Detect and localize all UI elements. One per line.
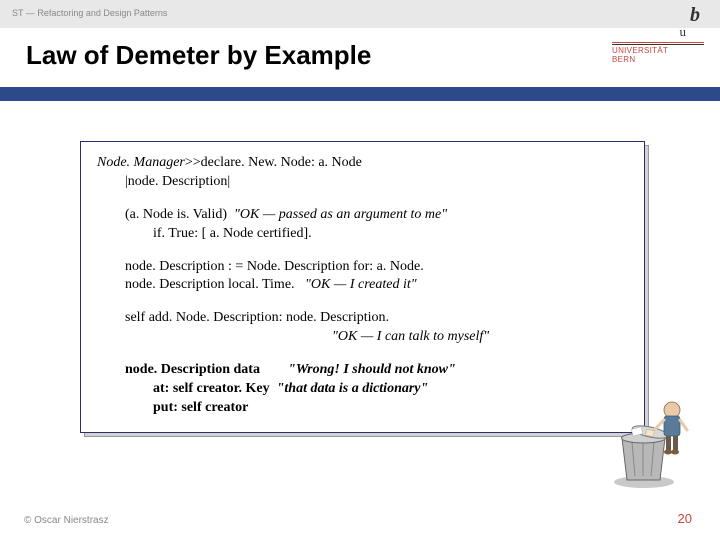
trash-clipart-icon (602, 390, 692, 490)
code-line: |node. Description| (97, 173, 628, 192)
code-line: put: self creator (97, 399, 628, 418)
university-name-2: BERN (612, 56, 704, 65)
logo-divider-red (612, 42, 704, 43)
code-line: node. Description local. Time. "OK — I c… (97, 276, 628, 295)
code-line: self add. Node. Description: node. Descr… (97, 309, 628, 328)
code-text: >>declare. New. Node: a. Node (185, 155, 362, 170)
code-line: node. Description data "Wrong! I should … (97, 361, 628, 380)
code-line: Node. Manager>>declare. New. Node: a. No… (97, 154, 628, 173)
logo-divider-black (612, 44, 704, 45)
university-logo: b u UNIVERSITÄT BERN (612, 4, 704, 65)
blue-divider-bar (0, 87, 720, 101)
code-line: at: self creator. Key "that data is a di… (97, 380, 628, 399)
code-comment: "OK — I can talk to myself" (332, 329, 489, 344)
code-comment: "OK — passed as an argument to me" (234, 207, 447, 222)
code-block-4: self add. Node. Description: node. Descr… (97, 309, 628, 347)
code-block-1: Node. Manager>>declare. New. Node: a. No… (97, 154, 628, 192)
code-line: "OK — I can talk to myself" (97, 328, 628, 347)
code-comment: "OK — I created it" (305, 277, 417, 292)
code-comment-bold: "that data is a dictionary" (277, 381, 429, 396)
code-text: Node. Manager (97, 155, 185, 170)
code-line: node. Description : = Node. Description … (97, 258, 628, 277)
footer-copyright: © Oscar Nierstrasz (24, 515, 109, 526)
code-text: (a. Node is. Valid) (125, 207, 227, 222)
code-text: node. Description local. Time. (125, 277, 295, 292)
code-line: (a. Node is. Valid) "OK — passed as an a… (97, 206, 628, 225)
breadcrumb: ST — Refactoring and Design Patterns (12, 8, 167, 18)
code-box: Node. Manager>>declare. New. Node: a. No… (80, 141, 645, 433)
code-line: if. True: [ a. Node certified]. (97, 225, 628, 244)
code-text-bold: node. Description data (125, 362, 260, 377)
code-text-bold: at: self creator. Key (153, 381, 270, 396)
code-inner: Node. Manager>>declare. New. Node: a. No… (80, 141, 645, 433)
code-block-5: node. Description data "Wrong! I should … (97, 361, 628, 418)
code-block-3: node. Description : = Node. Description … (97, 258, 628, 296)
code-comment-bold: "Wrong! I should not know" (288, 362, 456, 377)
page-number: 20 (678, 511, 692, 526)
content-area: Node. Manager>>declare. New. Node: a. No… (0, 101, 720, 433)
code-block-2: (a. Node is. Valid) "OK — passed as an a… (97, 206, 628, 244)
